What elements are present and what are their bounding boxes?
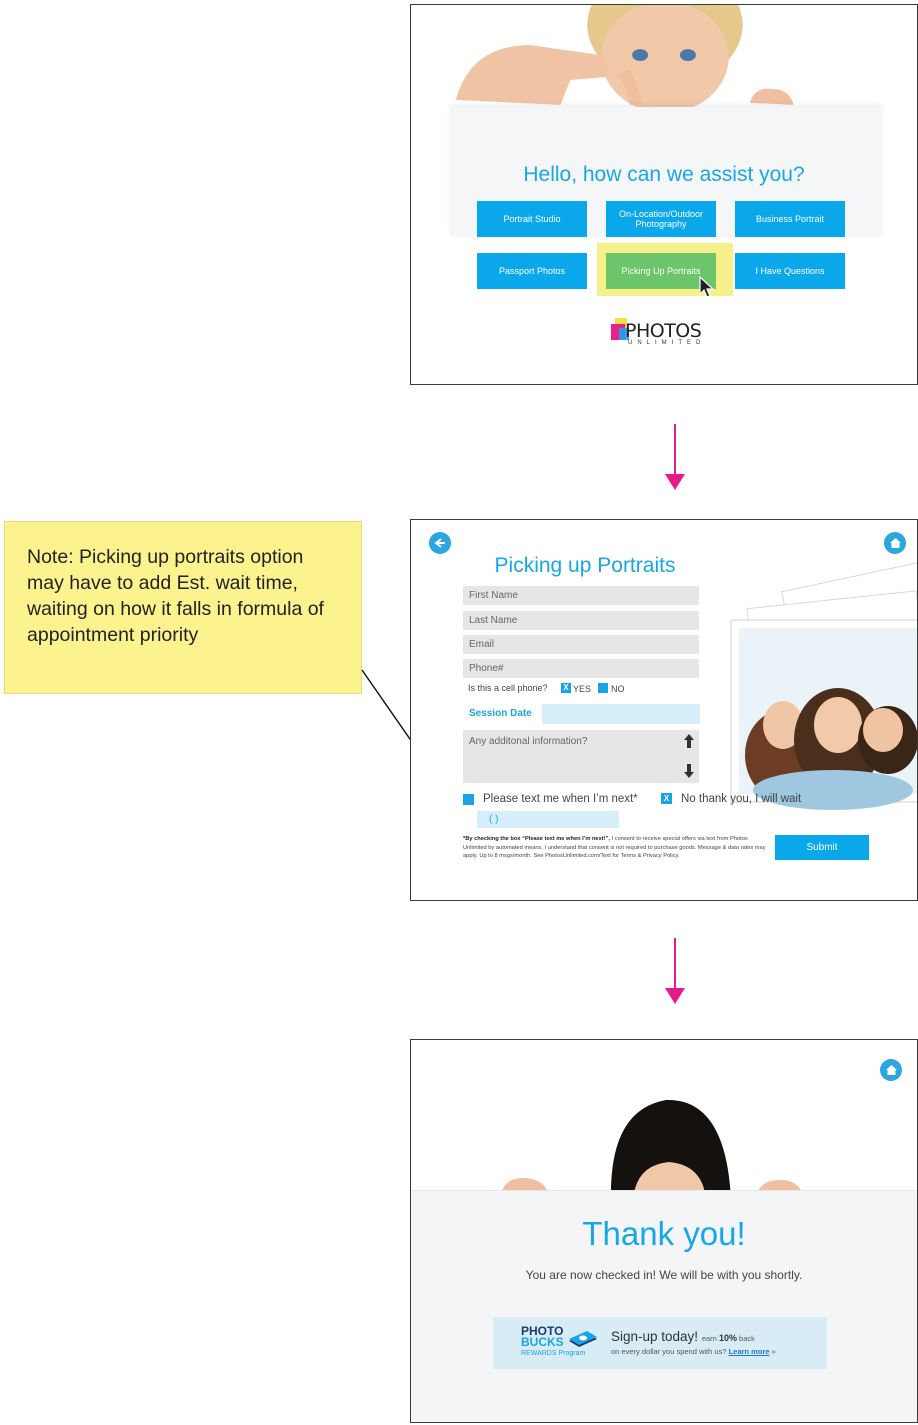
promo-headline: Sign-up today!	[611, 1329, 699, 1344]
family-photo-stack	[730, 562, 917, 810]
home-button[interactable]	[880, 1059, 902, 1081]
screen-welcome: Hello, how can we assist you? Portrait S…	[410, 4, 918, 385]
annotation-note: Note: Picking up portraits option may ha…	[4, 521, 362, 694]
money-stack-icon	[569, 1331, 597, 1347]
option-on-location[interactable]: On-Location/Outdoor Photography	[606, 201, 716, 237]
earn-percent: 10%	[718, 1333, 737, 1343]
additional-info-textarea[interactable]: Any additonal information?	[463, 730, 699, 783]
screen-thank-you: Thank you! You are now checked in! We wi…	[410, 1039, 918, 1423]
page-title: Picking up Portraits	[494, 554, 676, 577]
arrow-head	[665, 474, 685, 490]
brand-line-2: BUCKS	[521, 1335, 564, 1349]
flow-arrow-2	[665, 938, 685, 1004]
text-me-checkbox[interactable]	[463, 794, 474, 805]
logo-sub: UNLIMITED	[628, 340, 706, 346]
home-icon	[889, 538, 901, 548]
mouse-cursor-icon	[699, 276, 715, 298]
promo-headline-row: Sign-up today! earn 10% back	[611, 1329, 755, 1344]
thank-you-title: Thank you!	[582, 1215, 746, 1252]
home-icon	[885, 1065, 897, 1075]
logo-word: PHOTOS	[625, 320, 702, 342]
scroll-up-icon[interactable]	[683, 733, 695, 749]
yes-label: YES	[573, 684, 592, 694]
yes-checkbox[interactable]: X	[561, 683, 571, 693]
session-date-input[interactable]	[542, 704, 700, 724]
first-name-field[interactable]: First Name	[463, 586, 699, 605]
option-i-have-questions[interactable]: I Have Questions	[735, 253, 845, 289]
photo-bucks-brand: PHOTO BUCKS	[521, 1325, 564, 1349]
brand-sub: REWARDS Program	[521, 1350, 586, 1357]
screen-picking-up-form: Picking up Portraits First Name Last Nam…	[410, 519, 918, 901]
email-field[interactable]: Email	[463, 635, 699, 654]
legal-bold: *By checking the box “Please text me whe…	[463, 836, 610, 842]
no-label: NO	[611, 684, 625, 694]
session-date-label: Session Date	[469, 708, 532, 719]
text-me-label: Please text me when I’m next*	[483, 793, 638, 805]
earn-post: back	[739, 1334, 755, 1343]
photo-bucks-promo[interactable]: PHOTO BUCKS REWARDS Program Sign-up toda…	[493, 1317, 827, 1369]
legal-disclaimer: *By checking the box “Please text me whe…	[463, 835, 769, 861]
checked-in-message: You are now checked in! We will be with …	[525, 1268, 803, 1282]
arrow-shaft	[674, 938, 676, 990]
photos-unlimited-logo: PHOTOS UNLIMITED	[611, 318, 721, 348]
learn-more-link[interactable]: Learn more	[729, 1347, 770, 1356]
flow-arrow-1	[665, 424, 685, 490]
earn-pre: earn	[701, 1334, 717, 1343]
option-passport-photos[interactable]: Passport Photos	[477, 253, 587, 289]
arrow-shaft	[674, 424, 676, 476]
phone-field[interactable]: Phone#	[463, 659, 699, 678]
arrow-head	[665, 988, 685, 1004]
back-arrow-icon	[434, 538, 445, 548]
promo-line-2: on every dollar you spend with us? Learn…	[611, 1347, 776, 1356]
hero-girl-photo	[501, 1099, 803, 1200]
cell-phone-question: Is this a cell phone?	[468, 683, 548, 693]
learn-more-chevron: »	[771, 1347, 776, 1356]
no-thanks-label: No thank you, I will wait	[681, 793, 802, 805]
option-business-portrait[interactable]: Business Portrait	[735, 201, 845, 237]
submit-button[interactable]: Submit	[775, 835, 869, 860]
last-name-field[interactable]: Last Name	[463, 611, 699, 630]
scroll-down-icon[interactable]	[683, 763, 695, 779]
no-checkbox[interactable]	[598, 683, 608, 693]
text-phone-input[interactable]: ( )	[477, 811, 619, 828]
back-button[interactable]	[429, 532, 451, 554]
option-portrait-studio[interactable]: Portrait Studio	[477, 201, 587, 237]
no-thanks-checkbox[interactable]: X	[661, 793, 672, 804]
greeting-title: Hello, how can we assist you?	[523, 163, 805, 186]
promo-line-2-text: on every dollar you spend with us?	[611, 1347, 727, 1356]
